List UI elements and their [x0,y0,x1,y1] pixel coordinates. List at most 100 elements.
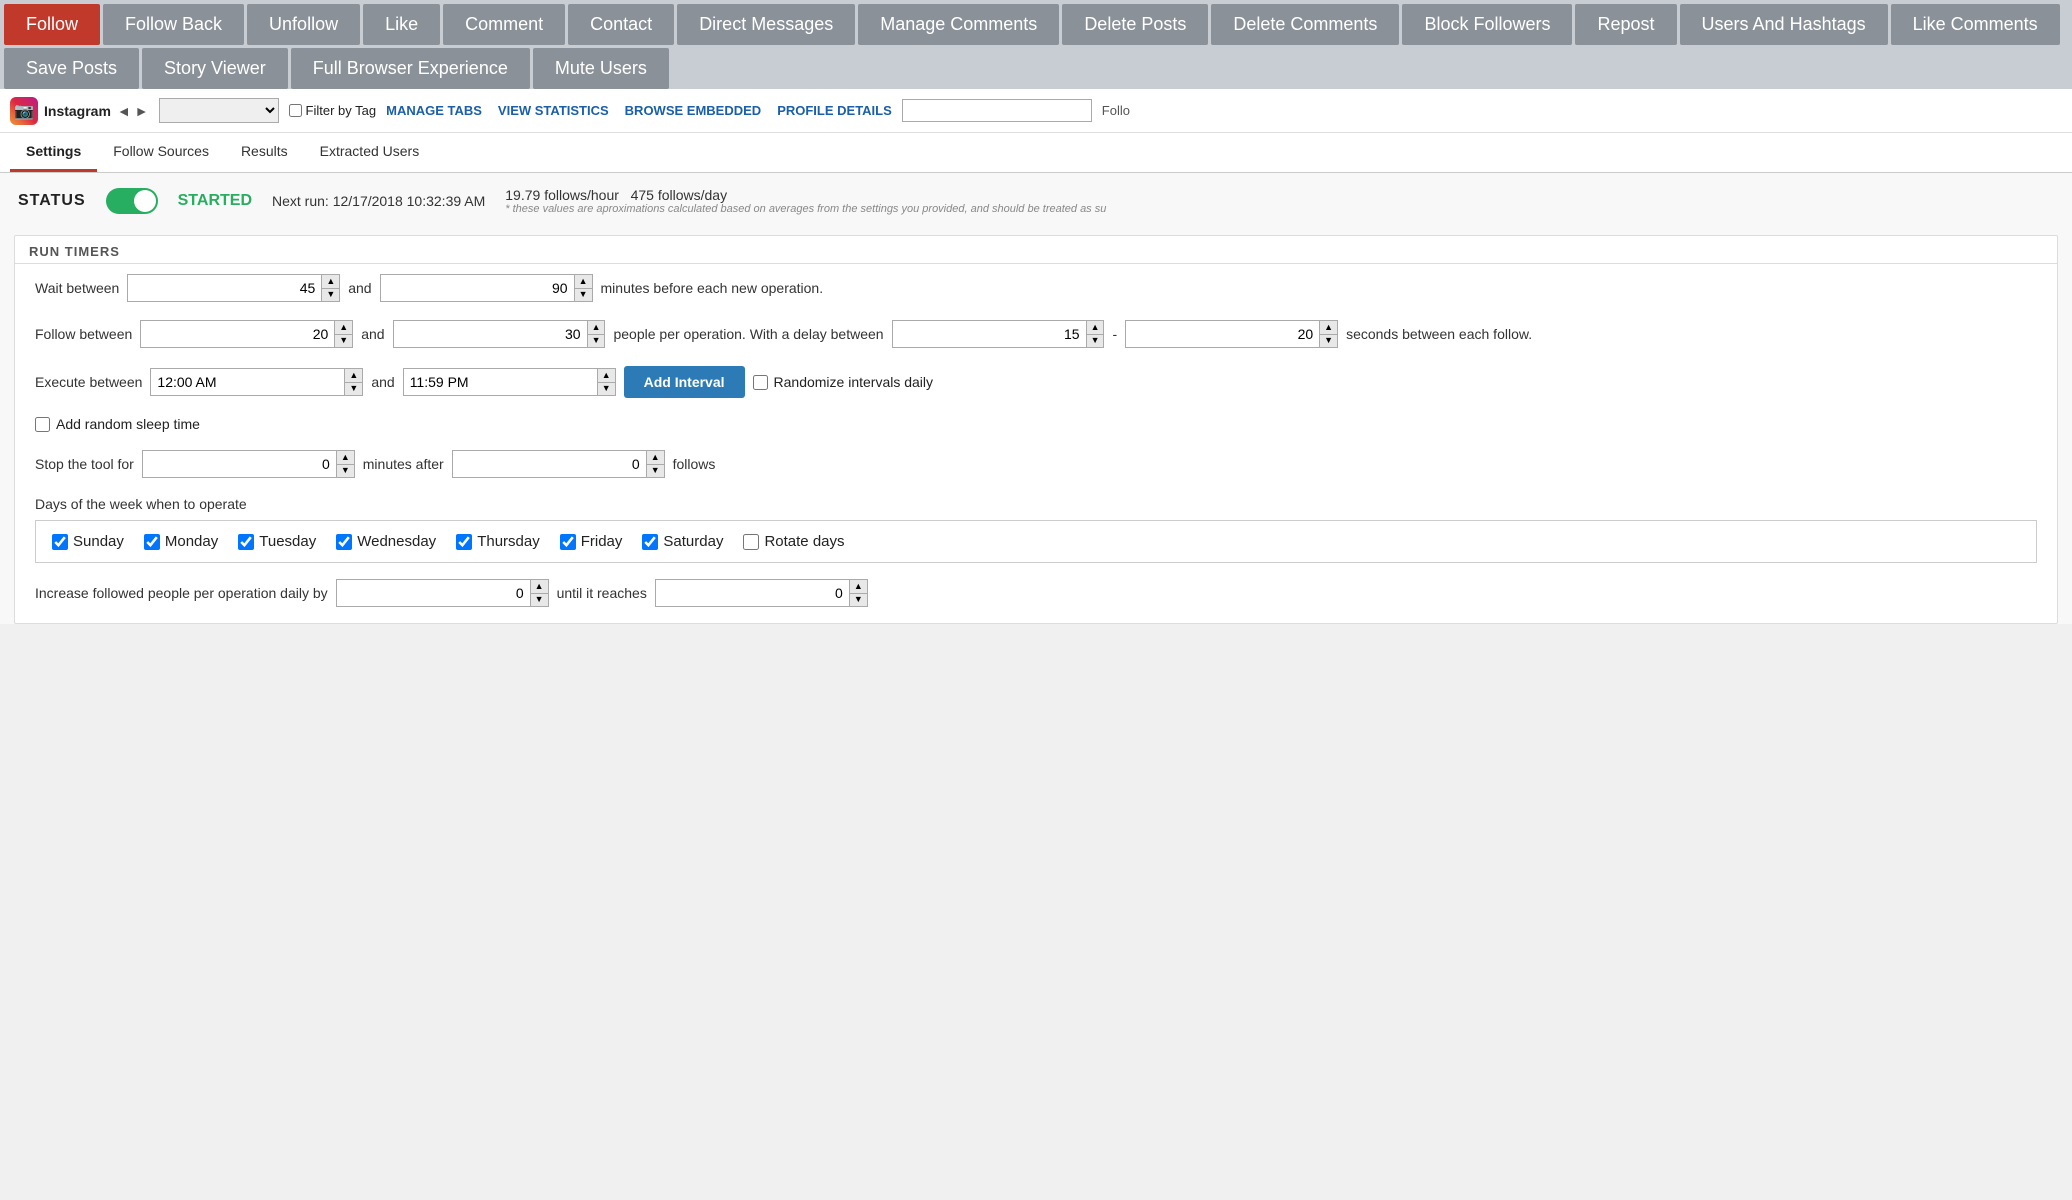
day-sunday-checkbox[interactable] [52,534,68,550]
nav-btn-delete-comments[interactable]: Delete Comments [1211,4,1399,45]
delay-max-down[interactable]: ▼ [1320,334,1337,348]
nav-btn-block-followers[interactable]: Block Followers [1402,4,1572,45]
execute-start-input[interactable] [150,368,345,396]
profile-details-link[interactable]: PROFILE DETAILS [777,103,892,118]
until-value-down[interactable]: ▼ [850,593,867,607]
until-value-input[interactable] [655,579,850,607]
day-thursday-label: Thursday [477,533,540,550]
random-sleep-checkbox[interactable] [35,417,50,432]
nav-btn-follow-back[interactable]: Follow Back [103,4,244,45]
wait-max-btns: ▲ ▼ [575,274,593,302]
random-sleep-row: Add random sleep time [35,416,2037,432]
nav-btn-mute-users[interactable]: Mute Users [533,48,669,89]
platform-label: Instagram [44,103,111,119]
delay-min-input[interactable] [892,320,1087,348]
day-rotate-days-checkbox[interactable] [743,534,759,550]
wait-min-input[interactable] [127,274,322,302]
stop-minutes-input[interactable] [142,450,337,478]
manage-tabs-link[interactable]: MANAGE TABS [386,103,482,118]
tab-settings[interactable]: Settings [10,133,97,172]
nav-btn-unfollow[interactable]: Unfollow [247,4,360,45]
day-wednesday-checkbox[interactable] [336,534,352,550]
stop-follows-spinner: ▲ ▼ [452,450,665,478]
nav-btn-contact[interactable]: Contact [568,4,674,45]
nav-btn-direct-messages[interactable]: Direct Messages [677,4,855,45]
nav-btn-comment[interactable]: Comment [443,4,565,45]
day-tuesday-checkbox[interactable] [238,534,254,550]
follow-max-down[interactable]: ▼ [588,334,605,348]
nav-btn-save-posts[interactable]: Save Posts [4,48,139,89]
run-timers-form: Wait between ▲ ▼ and ▲ ▼ minutes b [15,264,2057,623]
increase-value-input[interactable] [336,579,531,607]
nav-btn-users-hashtags[interactable]: Users And Hashtags [1680,4,1888,45]
randomize-row: Randomize intervals daily [753,374,934,390]
execute-end-up[interactable]: ▲ [598,369,615,382]
status-stats: 19.79 follows/hour 475 follows/day * the… [505,187,1106,215]
execute-end-down[interactable]: ▼ [598,382,615,396]
stop-follows-input[interactable] [452,450,647,478]
wait-min-spinner: ▲ ▼ [127,274,340,302]
follow-suffix-label: people per operation. With a delay betwe… [613,326,883,342]
follow-max-btns: ▲ ▼ [588,320,606,348]
execute-start-down[interactable]: ▼ [345,382,362,396]
stop-follows-up[interactable]: ▲ [647,451,664,464]
tab-follow-sources[interactable]: Follow Sources [97,133,225,172]
follow-max-input[interactable] [393,320,588,348]
tab-results[interactable]: Results [225,133,304,172]
follow-min-down[interactable]: ▼ [335,334,352,348]
wait-max-spinner: ▲ ▼ [380,274,593,302]
execute-end-input[interactable] [403,368,598,396]
day-thursday-checkbox[interactable] [456,534,472,550]
nav-btn-full-browser[interactable]: Full Browser Experience [291,48,530,89]
follow-min-input[interactable] [140,320,335,348]
browse-embedded-link[interactable]: BROWSE EMBEDDED [625,103,762,118]
randomize-checkbox[interactable] [753,375,768,390]
day-wednesday: Wednesday [336,533,436,550]
delay-max-up[interactable]: ▲ [1320,321,1337,334]
nav-btn-repost[interactable]: Repost [1575,4,1676,45]
status-toggle[interactable] [106,188,158,214]
wait-min-btns: ▲ ▼ [322,274,340,302]
follow-min-up[interactable]: ▲ [335,321,352,334]
add-interval-button[interactable]: Add Interval [624,366,745,398]
nav-btn-manage-comments[interactable]: Manage Comments [858,4,1059,45]
delay-min-down[interactable]: ▼ [1087,334,1104,348]
execute-start-up[interactable]: ▲ [345,369,362,382]
nav-btn-like-comments[interactable]: Like Comments [1891,4,2060,45]
stop-minutes-spinner: ▲ ▼ [142,450,355,478]
account-select[interactable] [159,98,279,123]
stop-minutes-down[interactable]: ▼ [337,464,354,478]
profile-input[interactable] [902,99,1092,122]
platform-arrows[interactable]: ◄ ► [117,103,149,119]
wait-max-down[interactable]: ▼ [575,288,592,302]
increase-value-up[interactable]: ▲ [531,580,548,593]
delay-max-spinner: ▲ ▼ [1125,320,1338,348]
filter-tag-checkbox[interactable] [289,104,302,117]
wait-min-up[interactable]: ▲ [322,275,339,288]
wait-max-input[interactable] [380,274,575,302]
delay-min-up[interactable]: ▲ [1087,321,1104,334]
increase-value-down[interactable]: ▼ [531,593,548,607]
day-saturday-checkbox[interactable] [642,534,658,550]
nav-btn-story-viewer[interactable]: Story Viewer [142,48,288,89]
day-friday-checkbox[interactable] [560,534,576,550]
until-value-up[interactable]: ▲ [850,580,867,593]
day-monday-checkbox[interactable] [144,534,160,550]
random-sleep-checkbox-row: Add random sleep time [35,416,200,432]
tab-extracted-users[interactable]: Extracted Users [304,133,436,172]
wait-max-up[interactable]: ▲ [575,275,592,288]
nav-btn-like[interactable]: Like [363,4,440,45]
wait-min-down[interactable]: ▼ [322,288,339,302]
day-tuesday-label: Tuesday [259,533,316,550]
stop-minutes-suffix: minutes after [363,456,444,472]
nav-btn-delete-posts[interactable]: Delete Posts [1062,4,1208,45]
delay-min-btns: ▲ ▼ [1087,320,1105,348]
nav-btn-follow[interactable]: Follow [4,4,100,45]
follow-max-up[interactable]: ▲ [588,321,605,334]
delay-max-input[interactable] [1125,320,1320,348]
view-statistics-link[interactable]: VIEW STATISTICS [498,103,609,118]
increase-value-spinner: ▲ ▼ [336,579,549,607]
stop-follows-down[interactable]: ▼ [647,464,664,478]
delay-dash-label: - [1112,326,1117,342]
stop-minutes-up[interactable]: ▲ [337,451,354,464]
